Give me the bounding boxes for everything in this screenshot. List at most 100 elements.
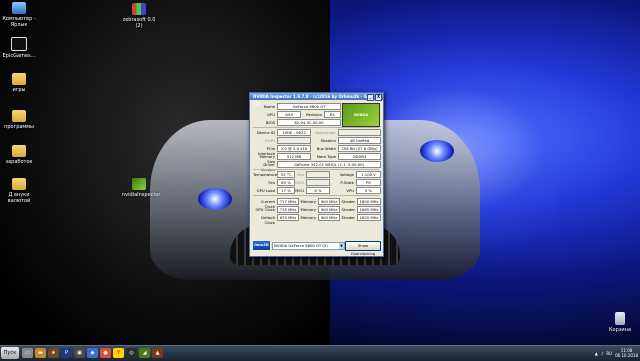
language-indicator[interactable]: RU bbox=[606, 351, 612, 356]
subvendor-label: Subvendor bbox=[315, 130, 336, 135]
desktop-icon-archive[interactable]: zebrasoft 0.0 (2) bbox=[122, 3, 156, 29]
vpu-label: VPU bbox=[346, 188, 354, 193]
gpu-select-value: NVIDIA GeForce 9600 GT (0) bbox=[274, 243, 328, 248]
mcu-label: MCU bbox=[295, 180, 304, 185]
desktop-icon-recycle-bin[interactable]: Корзина bbox=[603, 312, 637, 333]
wallpaper-car-headlight-left bbox=[198, 188, 232, 210]
gpu-clock-label: GPU Clock bbox=[255, 207, 275, 212]
bus-width-value: 256 Bit (57.6 GB/s) bbox=[338, 145, 381, 152]
system-tray: ▲ ♪ RU 11:08 06.10.2018 bbox=[595, 347, 638, 359]
device-id-value: 10DE - 0622 bbox=[277, 129, 311, 136]
taskbar-explorer-icon[interactable]: ▭ bbox=[22, 348, 33, 358]
nvidia-logo: NVIDIA bbox=[342, 103, 380, 127]
taskbar-nvidia-icon[interactable]: ◢ bbox=[139, 348, 150, 358]
mem-type-value: GDDR3 bbox=[338, 153, 381, 160]
bios-label: BIOS bbox=[265, 120, 275, 125]
rops-label: ROPs bbox=[265, 138, 275, 143]
folder-icon bbox=[12, 145, 26, 157]
folder-icon bbox=[12, 110, 26, 122]
default-clock-value: 675 MHz bbox=[277, 214, 299, 221]
revision-label: Revision bbox=[306, 112, 322, 117]
current-shader-label: Shader bbox=[341, 199, 355, 204]
name-label: Name bbox=[263, 104, 275, 109]
default-shader-value: 1625 MHz bbox=[357, 214, 381, 221]
chevron-down-icon[interactable]: ▼ bbox=[339, 243, 344, 249]
nvidia-inspector-window: NVIDIA Inspector 1.9.7.8 - (c)2016 by Or… bbox=[249, 92, 384, 257]
show-overclocking-button[interactable]: Show Overclocking bbox=[345, 241, 381, 256]
bus-width-label: Bus Width bbox=[316, 146, 336, 151]
taskbar-yandex-icon[interactable]: Y bbox=[113, 348, 124, 358]
temperature-label: Temperature bbox=[253, 172, 278, 177]
default-clock-label: Default Clock bbox=[261, 215, 275, 225]
name-value: GeForce 9600 GT bbox=[277, 103, 341, 110]
device-id-label: Device ID bbox=[256, 130, 275, 135]
separator bbox=[253, 169, 379, 170]
shaders-value: 48 Unified bbox=[338, 137, 381, 144]
pstate-value: P0 bbox=[356, 179, 381, 186]
taskbar-app-icon[interactable]: ◆ bbox=[87, 348, 98, 358]
mcu-load-value: 6 % bbox=[306, 187, 330, 194]
gpu-shader-label: Shader bbox=[341, 207, 355, 212]
taskbar-app-icon[interactable]: ▣ bbox=[74, 348, 85, 358]
close-button[interactable]: X bbox=[375, 94, 382, 101]
shaders-label: Shaders bbox=[320, 138, 336, 143]
desktop-icon-folder-programs[interactable]: программы bbox=[2, 110, 36, 130]
subvendor-value bbox=[338, 129, 381, 136]
bottom-bar: Inno3D NVIDIA GeForce 9600 GT (0) ▼ Show… bbox=[253, 241, 381, 256]
minimize-button[interactable]: _ bbox=[367, 94, 374, 101]
gpu-clock-value: 715 MHz bbox=[277, 206, 299, 213]
taskbar-folder-icon[interactable]: ▬ bbox=[35, 348, 46, 358]
taskbar: Пуск ▭ ▬ ★ P ▣ ◆ ● Y ◎ ◢ ▲ ▲ ♪ RU 11:08 … bbox=[0, 345, 640, 361]
gpu-value: G94 bbox=[277, 111, 301, 118]
mem-type-label: Mem Type bbox=[316, 154, 336, 159]
desktop-icon-epic[interactable]: EpicGames... bbox=[2, 37, 36, 59]
gpu-load-value: 17 % bbox=[277, 187, 295, 194]
fan-percent-value: 65 % bbox=[277, 179, 295, 186]
start-button[interactable]: Пуск bbox=[1, 347, 19, 359]
taskbar-photoshop-icon[interactable]: P bbox=[61, 348, 72, 358]
gpu-select-dropdown[interactable]: NVIDIA GeForce 9600 GT (0) ▼ bbox=[272, 242, 345, 250]
default-shader-label: Shader bbox=[341, 215, 355, 220]
gpu-label: GPU bbox=[266, 112, 275, 117]
memory-size-value: 512 MB bbox=[277, 153, 311, 160]
clock-date: 06.10.2018 bbox=[615, 353, 638, 358]
speaker-icon[interactable]: ♪ bbox=[601, 351, 604, 356]
separator bbox=[253, 127, 379, 128]
folder-icon bbox=[12, 178, 26, 190]
pstate-label: P-State bbox=[340, 180, 354, 185]
fan-percent-label: Fan bbox=[268, 180, 275, 185]
trash-icon bbox=[615, 312, 625, 325]
gpu-shader-value: 1665 MHz bbox=[357, 206, 381, 213]
current-shader-value: 1800 MHz bbox=[357, 198, 381, 205]
taskbar-app-icon[interactable]: ◎ bbox=[126, 348, 137, 358]
window-titlebar[interactable]: NVIDIA Inspector 1.9.7.8 - (c)2016 by Or… bbox=[250, 93, 383, 106]
current-clock-value: 717 MHz bbox=[277, 198, 299, 205]
separator bbox=[253, 195, 379, 196]
taskbar-chrome-icon[interactable]: ● bbox=[100, 348, 111, 358]
nvidia-icon bbox=[132, 178, 146, 190]
taskbar-app-icon[interactable]: ★ bbox=[48, 348, 59, 358]
taskbar-app-icon[interactable]: ▲ bbox=[152, 348, 163, 358]
desktop-icon-folder-currency[interactable]: Д внуки валютой bbox=[2, 178, 36, 204]
vpu-value: 0 % bbox=[356, 187, 381, 194]
desktop-icon-folder-earnings[interactable]: заработок bbox=[2, 145, 36, 165]
folder-icon bbox=[12, 73, 26, 85]
current-memory-value: 900 MHz bbox=[318, 198, 340, 205]
tray-arrow-icon[interactable]: ▲ bbox=[595, 351, 598, 356]
clock[interactable]: 11:08 06.10.2018 bbox=[615, 348, 638, 358]
archive-icon bbox=[132, 3, 146, 15]
desktop-icon-computer[interactable]: Компьютер - Ярлык bbox=[2, 2, 36, 28]
rops-value bbox=[277, 137, 311, 144]
revision-value: B1 bbox=[324, 111, 341, 118]
fan-rpm-label: Fan bbox=[297, 172, 304, 177]
computer-icon bbox=[12, 2, 26, 14]
bios-value: 62.94.3C.00.00 bbox=[277, 119, 341, 126]
desktop-icon-folder-games[interactable]: игры bbox=[2, 73, 36, 93]
vendor-logo: Inno3D bbox=[253, 241, 270, 250]
pcie-value: 2.0 @ 2.0 x16 bbox=[277, 145, 311, 152]
gpu-load-label: GPU Load bbox=[256, 188, 275, 193]
default-memory-label: Memory bbox=[300, 215, 316, 220]
desktop-icon-nvidia-inspector[interactable]: nvidiaInspector bbox=[122, 178, 160, 198]
gpu-memory-label: Memory bbox=[300, 207, 316, 212]
voltage-value: 1.100 V bbox=[356, 171, 381, 178]
